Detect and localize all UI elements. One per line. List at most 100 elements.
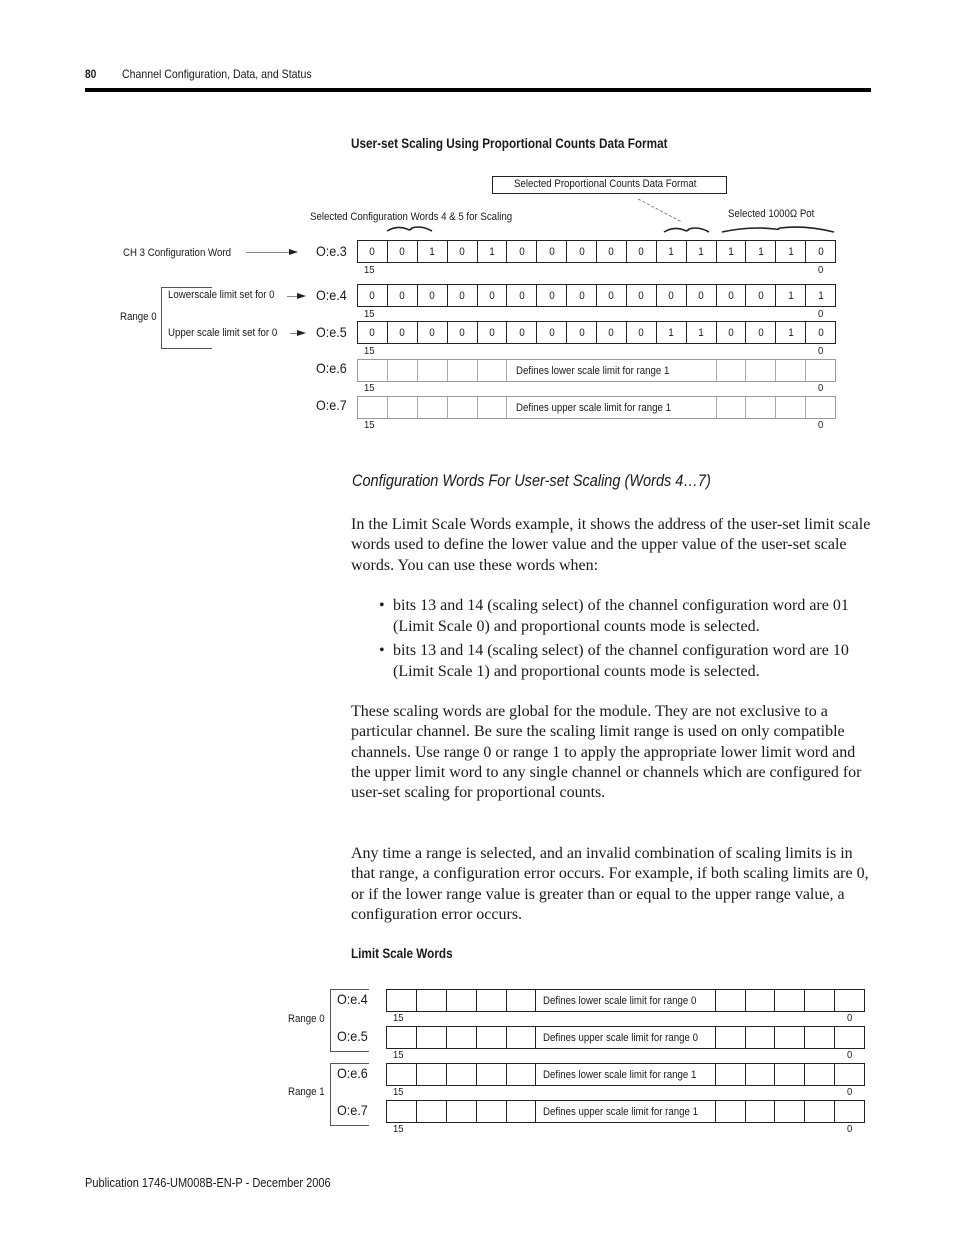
bit-cell bbox=[388, 397, 418, 418]
bit-cell bbox=[478, 360, 508, 381]
bullet-icon: • bbox=[379, 642, 385, 659]
bit-cell bbox=[387, 990, 417, 1011]
bit-value: 1 bbox=[668, 326, 674, 339]
bullet-item: • bits 13 and 14 (scaling select) of the… bbox=[379, 641, 883, 682]
bit-cell: 0 bbox=[746, 322, 777, 343]
bit-label-0: 0 bbox=[847, 1012, 853, 1024]
bit-cell: 0 bbox=[627, 285, 657, 306]
bit-cell bbox=[717, 397, 747, 418]
bit-cell bbox=[447, 1101, 477, 1122]
bit-value: 0 bbox=[519, 289, 525, 302]
bit-cell bbox=[835, 990, 864, 1011]
bit-cell: 0 bbox=[358, 241, 388, 262]
bit-cell: 1 bbox=[717, 241, 747, 262]
arrow-right-icon bbox=[297, 293, 306, 299]
bit-cell bbox=[775, 1064, 806, 1085]
bit-cell: 1 bbox=[806, 285, 835, 306]
bit-cell: 0 bbox=[687, 285, 717, 306]
bit-value: 0 bbox=[608, 245, 615, 258]
bit-value: 0 bbox=[668, 289, 674, 302]
bit-cell: 0 bbox=[537, 285, 568, 306]
bit-value: 0 bbox=[608, 326, 615, 339]
bit-value: 0 bbox=[548, 289, 555, 302]
bit-value: 0 bbox=[638, 326, 645, 339]
bit-cell: 1 bbox=[418, 241, 448, 262]
bit-cell bbox=[448, 397, 478, 418]
bit-cell: 1 bbox=[478, 241, 508, 262]
bit-cell: 0 bbox=[657, 285, 687, 306]
row-description: Defines lower scale limit for range 0 bbox=[543, 995, 697, 1007]
bit-value: 0 bbox=[429, 326, 435, 339]
bit-cell: 1 bbox=[687, 322, 717, 343]
bit-cell: 0 bbox=[717, 322, 747, 343]
bit-cell bbox=[687, 397, 717, 418]
figure-title: Limit Scale Words bbox=[351, 946, 453, 961]
label-pot: Selected 1000Ω Pot bbox=[728, 208, 815, 220]
bit-cell: 0 bbox=[507, 241, 538, 262]
bit-cell: 0 bbox=[567, 322, 597, 343]
bit-cell: 0 bbox=[597, 322, 627, 343]
address-label: O:e.6 bbox=[316, 360, 347, 376]
bit-cell: 0 bbox=[597, 285, 627, 306]
bit-cell bbox=[746, 1064, 776, 1085]
bit-value: 0 bbox=[548, 245, 555, 258]
bit-value: 0 bbox=[399, 289, 406, 302]
bit-cell: 0 bbox=[388, 285, 418, 306]
bit-cell bbox=[717, 360, 747, 381]
label-ch3-config-word: CH 3 Configuration Word bbox=[123, 247, 231, 259]
bit-cell bbox=[835, 1027, 864, 1048]
bit-cell: 0 bbox=[806, 322, 835, 343]
bit-cell bbox=[805, 1101, 836, 1122]
brace-pot-icon bbox=[721, 226, 835, 233]
label-lower-limit: Lowerscale limit set for 0 bbox=[168, 289, 275, 301]
bit-cell bbox=[418, 360, 448, 381]
bit-label-15: 15 bbox=[364, 264, 375, 276]
bit-cell bbox=[417, 1027, 447, 1048]
bit-cell bbox=[507, 990, 537, 1011]
address-label: O:e.5 bbox=[337, 1028, 368, 1044]
bit-cell bbox=[806, 397, 835, 418]
bit-cell bbox=[805, 1064, 836, 1085]
bit-label-0: 0 bbox=[818, 264, 824, 276]
bit-cell bbox=[417, 1064, 447, 1085]
figure-title: User-set Scaling Using Proportional Coun… bbox=[351, 136, 668, 151]
bit-value: 0 bbox=[817, 326, 824, 339]
address-label: O:e.7 bbox=[337, 1102, 368, 1118]
bit-value: 0 bbox=[369, 326, 376, 339]
paragraph-text: These scaling words are global for the m… bbox=[351, 703, 862, 802]
callout-leader-line bbox=[637, 198, 683, 223]
label-config-words: Selected Configuration Words 4 & 5 for S… bbox=[310, 211, 513, 223]
bullet-icon: • bbox=[379, 597, 385, 614]
bit-label-15: 15 bbox=[393, 1012, 404, 1024]
section-subheading: Configuration Words For User-set Scaling… bbox=[352, 472, 711, 490]
bullet-text: bits 13 and 14 (scaling select) of the c… bbox=[393, 597, 849, 635]
arrow-right-icon bbox=[289, 249, 298, 255]
bit-label-15: 15 bbox=[393, 1086, 404, 1098]
arrow-right-icon bbox=[297, 330, 306, 336]
bit-value: 1 bbox=[817, 289, 824, 302]
bit-cell bbox=[387, 1027, 417, 1048]
bit-cell bbox=[448, 360, 478, 381]
address-label: O:e.5 bbox=[316, 324, 347, 340]
bit-cell: 0 bbox=[507, 285, 538, 306]
bit-cell bbox=[776, 397, 807, 418]
bit-cell: 0 bbox=[448, 241, 478, 262]
bit-cell: 0 bbox=[478, 285, 508, 306]
bit-value: 1 bbox=[728, 245, 734, 258]
bit-value: 1 bbox=[429, 245, 435, 258]
bit-value: 0 bbox=[608, 289, 615, 302]
bit-cell: 0 bbox=[537, 241, 568, 262]
bit-cell: 0 bbox=[478, 322, 508, 343]
bit-value: 0 bbox=[489, 289, 495, 302]
bit-cell bbox=[358, 360, 388, 381]
bit-value: 1 bbox=[787, 289, 794, 302]
bit-label-15: 15 bbox=[364, 345, 375, 357]
label-range-0: Range 0 bbox=[288, 1013, 325, 1025]
bit-cell bbox=[806, 360, 835, 381]
bit-cell bbox=[447, 990, 477, 1011]
address-label: O:e.7 bbox=[316, 397, 347, 413]
bit-label-15: 15 bbox=[393, 1123, 404, 1135]
bit-value: 0 bbox=[578, 245, 585, 258]
bit-cell bbox=[477, 990, 507, 1011]
bit-cell bbox=[507, 1064, 537, 1085]
